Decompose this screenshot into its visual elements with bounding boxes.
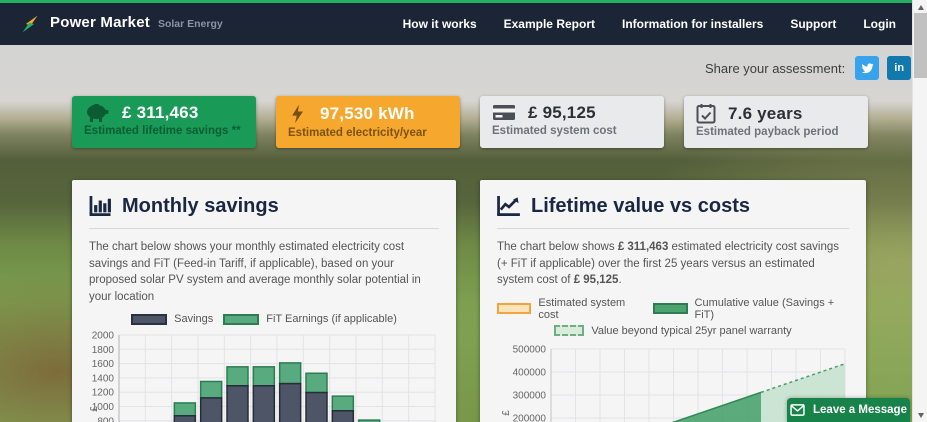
nav-link-support[interactable]: Support [790,17,836,31]
brand-name: Power Market [50,14,150,31]
calendar-check-icon [696,104,716,124]
legend-swatch-system-cost [497,303,532,314]
monthly-chart-legend: Savings FiT Earnings (if applicable) [89,313,439,325]
leave-message-button[interactable]: Leave a Message [787,398,910,422]
share-twitter-button[interactable] [855,56,880,80]
stat-label: Estimated system cost [492,125,617,137]
credit-card-icon [493,105,515,120]
twitter-icon [861,62,874,73]
svg-text:1800: 1800 [92,345,115,356]
legend-swatch-fit [223,313,260,325]
bar-savings-Jul [278,382,302,422]
stat-value: 97,530 kWh [320,104,415,123]
divider [89,228,439,229]
stat-card-system-cost: £ 95,125 Estimated system cost [480,96,664,148]
legend-swatch-savings [131,313,168,325]
svg-text:400000: 400000 [513,367,547,378]
leave-message-label: Leave a Message [813,404,907,416]
monthly-savings-title-row: Monthly savings [89,194,439,218]
bar-fit-May [226,366,249,387]
bar-fit-Jun [252,366,276,387]
monthly-savings-chart-svg: 2000180016001400120010008006004002000£ [89,331,436,422]
monthly-savings-chart: 2000180016001400120010008006004002000£ [89,331,439,422]
svg-text:500000: 500000 [513,344,547,355]
svg-text:£: £ [501,409,512,415]
lifetime-value-panel: Lifetime value vs costs The chart below … [480,180,866,422]
bar-fit-Sep [331,395,355,412]
panel-title: Lifetime value vs costs [531,194,750,217]
stat-value: £ 95,125 [528,103,596,122]
stat-card-electricity-year: 97,530 kWh Estimated electricity/year [276,96,460,148]
bar-savings-May [226,385,249,422]
monthly-savings-description: The chart below shows your monthly estim… [89,241,421,303]
bar-savings-Jun [252,385,276,422]
triangle-down-icon [917,412,924,418]
svg-text:300000: 300000 [513,390,547,401]
bar-savings-Aug [305,391,328,422]
envelope-icon [790,404,805,416]
piggy-bank-icon [87,104,109,122]
line-chart-icon [497,196,520,216]
legend-label-warranty: Value beyond typical 25yr panel warranty [591,324,792,337]
svg-text:1400: 1400 [92,373,115,384]
legend-swatch-warranty [554,325,585,336]
bar-chart-icon [89,196,111,216]
vertical-scrollbar[interactable] [912,0,927,422]
scrollbar-thumb[interactable] [914,13,927,78]
lifetime-value-description: The chart below shows £ 311,463 estimate… [497,241,839,286]
panel-title: Monthly savings [122,194,279,217]
scrollbar-up-arrow[interactable] [913,0,927,14]
lightning-bolt-icon [292,104,303,124]
bar-savings-Sep [331,410,355,422]
svg-text:200000: 200000 [513,413,547,422]
triangle-up-icon [917,4,924,10]
brand-tagline: Solar Energy [157,18,223,30]
svg-text:£: £ [89,406,100,412]
legend-label-system-cost: Estimated system cost [538,296,626,321]
nav-links: How it works Example Report Information … [403,17,896,31]
stat-value: 7.6 years [728,103,803,123]
page-background: Power Market Solar Energy How it works E… [0,0,927,422]
bar-savings-Mar [173,415,197,422]
divider [497,228,849,229]
brand-bolt-icon [22,15,38,33]
monthly-savings-panel: Monthly savings The chart below shows yo… [72,180,456,422]
lifetime-value-title-row: Lifetime value vs costs [497,194,849,218]
lifetime-chart-legend-row1: Estimated system cost Cumulative value (… [497,297,849,321]
linkedin-icon: in [894,62,905,74]
scrollbar-down-arrow[interactable] [913,408,927,422]
stat-label: Estimated payback period [696,126,839,138]
nav-link-how-it-works[interactable]: How it works [403,17,477,31]
nav-link-login[interactable]: Login [863,17,896,31]
legend-label-cumulative: Cumulative value (Savings + FiT) [694,296,835,321]
share-linkedin-button[interactable]: in [887,56,912,80]
svg-text:1200: 1200 [92,388,115,399]
bar-savings-Apr [199,397,223,422]
stat-label: Estimated lifetime savings ** [84,125,241,137]
stat-card-lifetime-savings: £ 311,463 Estimated lifetime savings ** [72,96,256,148]
stat-value: £ 311,463 [122,103,199,122]
lifetime-chart-legend-row2: Value beyond typical 25yr panel warranty [497,325,849,337]
svg-text:800: 800 [97,416,114,422]
share-label: Share your assessment: [705,60,846,76]
bar-fit-Aug [305,372,328,394]
bar-fit-Mar [173,402,197,417]
share-row: Share your assessment: in [705,56,912,80]
stat-card-payback-period: 7.6 years Estimated payback period [684,96,868,148]
svg-text:1600: 1600 [92,359,115,370]
legend-swatch-cumulative [653,303,688,314]
navbar: Power Market Solar Energy How it works E… [0,0,912,45]
brand[interactable]: Power Market Solar Energy [20,14,223,34]
stat-cards: £ 311,463 Estimated lifetime savings ** … [72,96,868,148]
bar-fit-Jul [278,362,302,385]
legend-label-savings: Savings [174,313,214,325]
svg-text:2000: 2000 [92,331,115,342]
bar-fit-Apr [199,380,223,399]
stat-label: Estimated electricity/year [288,127,427,139]
nav-link-example-report[interactable]: Example Report [504,17,595,31]
legend-label-fit: FiT Earnings (if applicable) [266,313,397,325]
nav-link-information-for-installers[interactable]: Information for installers [622,17,763,31]
